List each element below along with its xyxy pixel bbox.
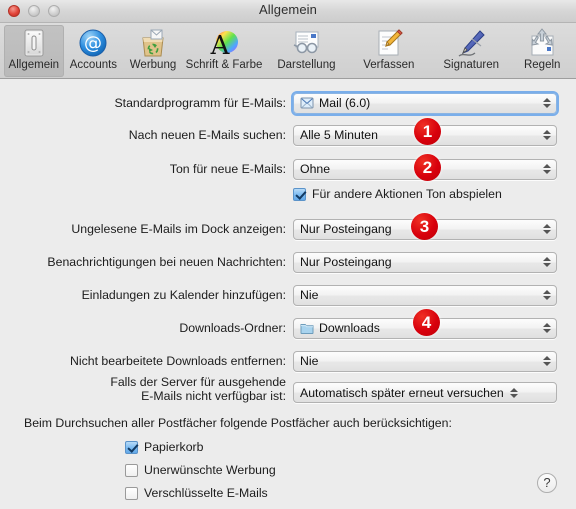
- help-button[interactable]: ?: [537, 473, 557, 493]
- popup-value-benachrichtigungen: Nur Posteingang: [300, 255, 392, 269]
- label-ton-fuer-neue-emails: Ton für neue E-Mails:: [169, 162, 286, 176]
- checkbox-row-unerwuenschte-werbung[interactable]: Unerwünschte Werbung: [125, 463, 276, 477]
- window-title: Allgemein: [259, 2, 317, 17]
- annotation-badge-3: 3: [411, 213, 438, 240]
- checkbox-label-unerwuenschte-werbung: Unerwünschte Werbung: [144, 463, 276, 477]
- row-ungelesene-dock: Ungelesene E-Mails im Dock anzeigen: Nur…: [0, 218, 576, 240]
- popup-standardprogramm[interactable]: Mail (6.0): [291, 90, 559, 116]
- popup-value-downloads-ordner: Downloads: [319, 321, 380, 335]
- preferences-content: Standardprogramm für E-Mails: Mail (6.0)…: [0, 79, 576, 509]
- popup-value-ton-fuer-neue-emails: Ohne: [300, 162, 331, 176]
- stepper-arrows-icon[interactable]: [542, 95, 551, 111]
- stepper-arrows-icon[interactable]: [542, 161, 551, 177]
- row-ton-fuer-neue-emails: Ton für neue E-Mails: Ohne: [0, 158, 576, 180]
- popup-einladungen-kalender[interactable]: Nie: [293, 284, 557, 306]
- annotation-badge-4: 4: [413, 309, 440, 336]
- toolbar-label-allgemein: Allgemein: [8, 59, 60, 71]
- popup-value-einladungen-kalender: Nie: [300, 288, 319, 302]
- toolbar-label-verfassen: Verfassen: [363, 59, 415, 71]
- label-downloads-ordner: Downloads-Ordner:: [179, 321, 286, 335]
- checkbox-unerwuenschte-werbung[interactable]: [125, 463, 138, 477]
- label-nicht-bearbeitete-downloads: Nicht bearbeitete Downloads entfernen:: [69, 354, 286, 368]
- row-nicht-bearbeitete-downloads: Nicht bearbeitete Downloads entfernen: N…: [0, 350, 576, 372]
- svg-text:A: A: [210, 31, 231, 59]
- popup-benachrichtigungen[interactable]: Nur Posteingang: [293, 251, 557, 273]
- toolbar-item-allgemein[interactable]: Allgemein: [4, 25, 64, 77]
- stepper-arrows-icon[interactable]: [542, 127, 551, 143]
- toolbar-label-signaturen: Signaturen: [443, 59, 499, 71]
- checkbox-label-verschluesselte-emails: Verschlüsselte E-Mails: [144, 486, 268, 500]
- toolbar-item-signaturen[interactable]: Signaturen: [430, 25, 512, 77]
- popup-server-nicht-verfuegbar[interactable]: Automatisch später erneut versuchen: [293, 382, 557, 403]
- row-standardprogramm: Standardprogramm für E-Mails: Mail (6.0): [0, 90, 576, 116]
- window-titlebar: Allgemein: [0, 0, 576, 23]
- popup-value-standardprogramm: Mail (6.0): [319, 96, 371, 110]
- stepper-arrows-icon[interactable]: [542, 320, 551, 336]
- light-switch-icon: [18, 27, 50, 59]
- checkbox-verschluesselte-emails[interactable]: [125, 486, 138, 500]
- label-benachrichtigungen: Benachrichtigungen bei neuen Nachrichten…: [47, 255, 286, 269]
- popup-nicht-bearbeitete-downloads[interactable]: Nie: [293, 350, 557, 372]
- row-benachrichtigungen: Benachrichtigungen bei neuen Nachrichten…: [0, 251, 576, 273]
- popup-value-nicht-bearbeitete-downloads: Nie: [300, 354, 319, 368]
- checkbox-label-papierkorb: Papierkorb: [144, 440, 204, 454]
- rules-arrows-icon: [526, 27, 558, 59]
- row-downloads-ordner: Downloads-Ordner: Downloads: [0, 317, 576, 339]
- checkbox-row-verschluesselte-emails[interactable]: Verschlüsselte E-Mails: [125, 486, 268, 500]
- toolbar-label-regeln: Regeln: [523, 59, 561, 71]
- checkbox-row-andere-aktionen[interactable]: Für andere Aktionen Ton abspielen: [293, 187, 502, 201]
- toolbar-label-darstellung: Darstellung: [277, 59, 336, 71]
- checkbox-andere-aktionen[interactable]: [293, 187, 306, 201]
- checkbox-row-papierkorb[interactable]: Papierkorb: [125, 440, 203, 454]
- stepper-arrows-icon[interactable]: [542, 353, 551, 369]
- label-standardprogramm: Standardprogramm für E-Mails:: [114, 96, 286, 110]
- label-einladungen-kalender: Einladungen zu Kalender hinzufügen:: [81, 288, 286, 302]
- annotation-badge-2: 2: [414, 154, 441, 181]
- popup-value-ungelesene-dock: Nur Posteingang: [300, 222, 392, 236]
- checkbox-label-andere-aktionen: Für andere Aktionen Ton abspielen: [312, 187, 502, 201]
- junk-bag-icon: [137, 27, 169, 59]
- font-color-icon: A: [208, 27, 240, 61]
- annotation-badge-1: 1: [414, 118, 441, 145]
- mail-preferences-window: Allgemein Allgemein @ Accounts Werbung A…: [0, 0, 576, 509]
- toolbar-item-werbung[interactable]: Werbung: [123, 25, 183, 77]
- toolbar-item-accounts[interactable]: @ Accounts: [64, 25, 124, 77]
- stepper-arrows-icon[interactable]: [542, 287, 551, 303]
- label-nach-neuen-emails: Nach neuen E-Mails suchen:: [128, 128, 286, 142]
- checkbox-papierkorb[interactable]: [125, 440, 138, 454]
- toolbar-item-regeln[interactable]: Regeln: [512, 25, 572, 77]
- label-ungelesene-dock: Ungelesene E-Mails im Dock anzeigen:: [71, 222, 286, 236]
- row-einladungen-kalender: Einladungen zu Kalender hinzufügen: Nie: [0, 284, 576, 306]
- stepper-arrows-icon[interactable]: [542, 254, 551, 270]
- toolbar-item-verfassen[interactable]: Verfassen: [348, 25, 430, 77]
- signature-pen-icon: [455, 27, 487, 59]
- stepper-arrows-icon[interactable]: [542, 221, 551, 237]
- compose-pencil-icon: [373, 27, 405, 59]
- popup-value-server-nicht-verfuegbar: Automatisch später erneut versuchen: [300, 385, 504, 400]
- stepper-arrows-icon[interactable]: [510, 385, 519, 401]
- label-server-line1: Falls der Server für ausgehende: [110, 375, 286, 389]
- toolbar-label-accounts: Accounts: [69, 59, 118, 71]
- svg-text:@: @: [84, 33, 102, 54]
- label-server-nicht-verfuegbar: Falls der Server für ausgehende E-Mails …: [0, 375, 286, 403]
- search-section-note: Beim Durchsuchen aller Postfächer folgen…: [24, 416, 452, 430]
- row-server-nicht-verfuegbar: Falls der Server für ausgehende E-Mails …: [0, 375, 576, 409]
- toolbar-item-schrift-farbe[interactable]: A Schrift & Farbe: [183, 25, 265, 77]
- mail-app-icon: [300, 96, 314, 110]
- toolbar-label-werbung: Werbung: [129, 59, 177, 71]
- toolbar-label-schrift-farbe: Schrift & Farbe: [185, 59, 263, 71]
- row-nach-neuen-emails: Nach neuen E-Mails suchen: Alle 5 Minute…: [0, 124, 576, 146]
- folder-icon: [300, 321, 314, 335]
- viewing-glasses-icon: [290, 27, 322, 59]
- toolbar-item-darstellung[interactable]: Darstellung: [265, 25, 347, 77]
- at-sign-icon: @: [77, 27, 109, 59]
- label-server-line2: E-Mails nicht verfügbar ist:: [141, 389, 286, 403]
- popup-value-nach-neuen-emails: Alle 5 Minuten: [300, 128, 378, 142]
- preferences-toolbar: Allgemein @ Accounts Werbung A Schrift &…: [0, 23, 576, 79]
